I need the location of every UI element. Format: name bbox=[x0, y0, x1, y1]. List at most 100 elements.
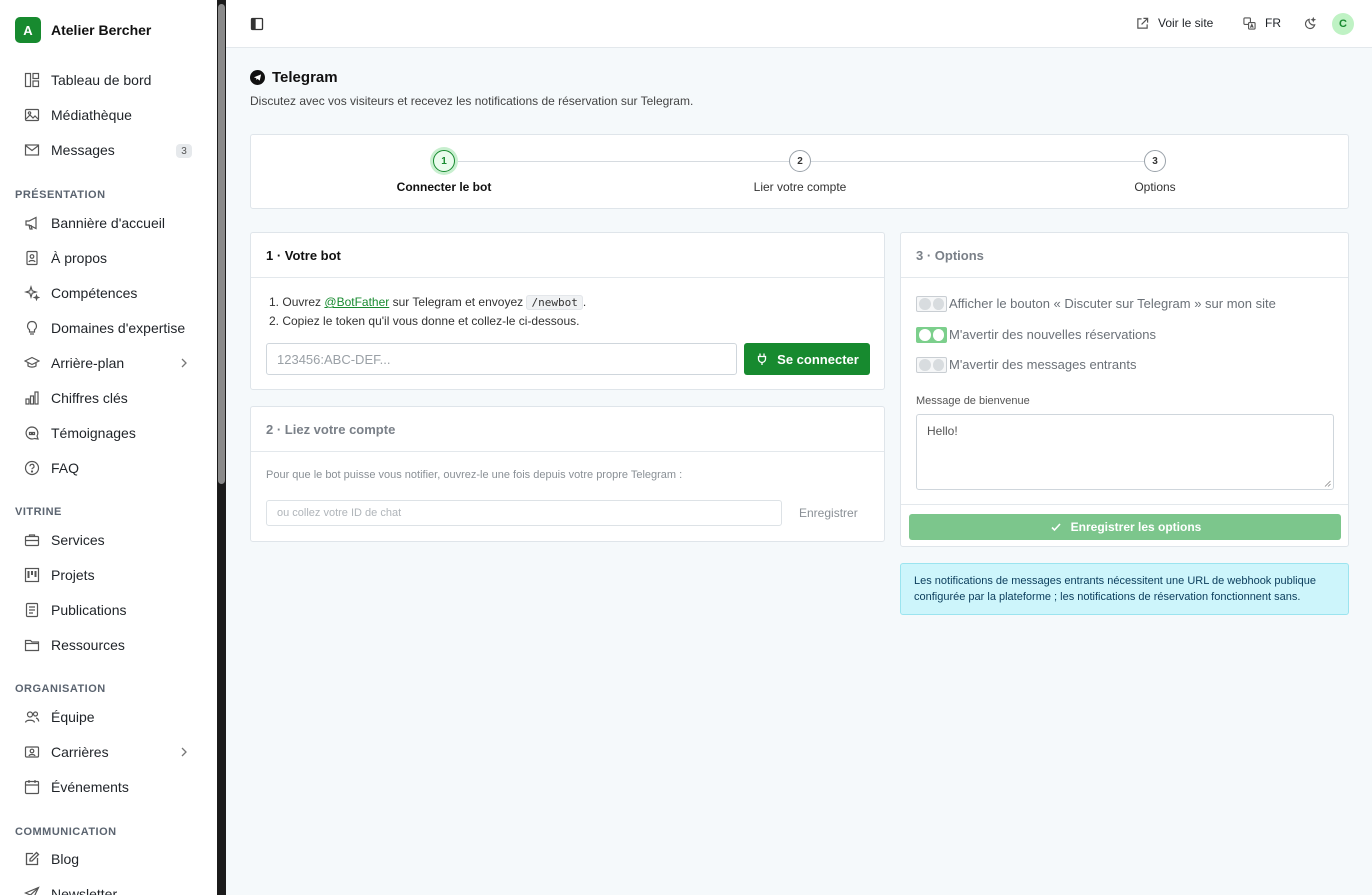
language-label: FR bbox=[1265, 16, 1281, 30]
welcome-message-textarea[interactable]: Hello! bbox=[916, 414, 1334, 490]
botfather-link[interactable]: @BotFather bbox=[324, 295, 389, 309]
toggle-notify-reservations[interactable] bbox=[916, 327, 947, 343]
sidebar-item-label: Équipe bbox=[51, 709, 95, 725]
sidebar-item-media[interactable]: Médiathèque bbox=[24, 101, 194, 129]
moon-icon[interactable] bbox=[1304, 17, 1317, 30]
step-connector bbox=[455, 161, 793, 162]
chevron-right-icon bbox=[181, 747, 187, 757]
sidebar-item-dashboard[interactable]: Tableau de bord bbox=[24, 66, 194, 94]
bot-card-title: 1 · Votre bot bbox=[251, 233, 884, 278]
toggle-notify-messages[interactable] bbox=[916, 357, 947, 373]
folder-icon bbox=[24, 637, 40, 653]
sidebar-item-messages[interactable]: Messages 3 bbox=[24, 136, 194, 164]
section-label-vitrine: VITRINE bbox=[15, 506, 62, 518]
bot-instructions: 1. Ouvrez @BotFather sur Telegram et env… bbox=[269, 293, 586, 330]
sidebar-item-services[interactable]: Services bbox=[24, 526, 194, 554]
section-label-presentation: PRÉSENTATION bbox=[15, 189, 106, 201]
divider bbox=[901, 504, 1348, 505]
sidebar-toggle-icon[interactable] bbox=[250, 17, 264, 31]
user-avatar[interactable]: C bbox=[1332, 13, 1354, 35]
sidebar-item-label: Services bbox=[51, 532, 105, 548]
instruction-line-1: 1. Ouvrez @BotFather sur Telegram et env… bbox=[269, 293, 586, 312]
webhook-info-alert: Les notifications de messages entrants n… bbox=[900, 563, 1349, 615]
sidebar-item-about[interactable]: À propos bbox=[24, 244, 194, 272]
sidebar-item-label: Ressources bbox=[51, 637, 125, 653]
section-label-communication: COMMUNICATION bbox=[15, 826, 117, 838]
save-options-button[interactable]: Enregistrer les options bbox=[909, 514, 1341, 540]
edit-icon bbox=[24, 851, 40, 867]
sparkles-icon bbox=[24, 285, 40, 301]
telegram-icon bbox=[250, 70, 265, 85]
instruction-line-2: 2. Copiez le token qu'il vous donne et c… bbox=[269, 314, 580, 328]
send-icon bbox=[24, 886, 40, 895]
welcome-message-label: Message de bienvenue bbox=[916, 395, 1030, 407]
sidebar-item-label: Carrières bbox=[51, 744, 109, 760]
briefcase-icon bbox=[24, 532, 40, 548]
resize-handle-icon[interactable] bbox=[1324, 480, 1331, 487]
sidebar-item-background[interactable]: Arrière-plan bbox=[24, 349, 194, 377]
sidebar-item-label: Domaines d'expertise bbox=[51, 320, 186, 336]
step-2-label: Lier votre compte bbox=[753, 180, 847, 194]
token-input[interactable]: 123456:ABC-DEF... bbox=[266, 343, 737, 375]
chevron-right-icon bbox=[181, 358, 187, 368]
page-title: Telegram bbox=[250, 69, 338, 86]
brand-logo: A bbox=[15, 17, 41, 43]
sidebar-item-label: Messages bbox=[51, 142, 115, 158]
messages-count-badge: 3 bbox=[176, 144, 192, 158]
sidebar-item-expertise[interactable]: Domaines d'expertise bbox=[24, 314, 194, 342]
sidebar-item-events[interactable]: Événements bbox=[24, 773, 194, 801]
toggle-label: M'avertir des messages entrants bbox=[949, 357, 1137, 372]
connect-button-label: Se connecter bbox=[777, 351, 859, 367]
sidebar-item-projects[interactable]: Projets bbox=[24, 561, 194, 589]
step-1-indicator[interactable]: 1 bbox=[433, 150, 455, 172]
save-chat-id-button[interactable]: Enregistrer bbox=[799, 506, 858, 520]
save-options-label: Enregistrer les options bbox=[1070, 520, 1202, 534]
step-2-indicator[interactable]: 2 bbox=[789, 150, 811, 172]
sidebar-item-label: Arrière-plan bbox=[51, 355, 125, 371]
sidebar-item-careers[interactable]: Carrières bbox=[24, 738, 194, 766]
section-label-organisation: ORGANISATION bbox=[15, 683, 106, 695]
brand[interactable]: A Atelier Bercher bbox=[15, 17, 151, 43]
link-card-title: 2 · Liez votre compte bbox=[251, 407, 884, 452]
language-switcher[interactable]: FR bbox=[1243, 16, 1281, 30]
sidebar-item-label: Chiffres clés bbox=[51, 390, 128, 406]
toggle-show-telegram-button[interactable] bbox=[916, 296, 947, 312]
page-title-text: Telegram bbox=[272, 69, 338, 86]
sidebar-item-banner[interactable]: Bannière d'accueil bbox=[24, 209, 194, 237]
sidebar-item-key-figures[interactable]: Chiffres clés bbox=[24, 384, 194, 412]
sidebar-item-faq[interactable]: FAQ bbox=[24, 454, 194, 482]
bar-chart-icon bbox=[24, 390, 40, 406]
sidebar-item-label: Blog bbox=[51, 851, 80, 867]
plug-icon bbox=[758, 353, 767, 365]
sidebar-item-publications[interactable]: Publications bbox=[24, 596, 194, 624]
sidebar-scrollbar[interactable] bbox=[217, 0, 226, 895]
step-3-indicator[interactable]: 3 bbox=[1144, 150, 1166, 172]
sidebar-item-resources[interactable]: Ressources bbox=[24, 631, 194, 659]
calendar-icon bbox=[24, 779, 40, 795]
sidebar-item-testimonials[interactable]: Témoignages bbox=[24, 419, 194, 447]
sidebar-item-label: Newsletter bbox=[51, 886, 118, 895]
newbot-command: /newbot bbox=[526, 295, 583, 310]
kanban-icon bbox=[24, 567, 40, 583]
sidebar-item-skills[interactable]: Compétences bbox=[24, 279, 194, 307]
view-site-label: Voir le site bbox=[1158, 16, 1214, 30]
instruction-text: . bbox=[582, 295, 587, 309]
translate-icon bbox=[1243, 16, 1256, 30]
external-link-icon bbox=[1137, 17, 1149, 29]
step-1-label: Connecter le bot bbox=[396, 180, 492, 194]
view-site-link[interactable]: Voir le site bbox=[1136, 16, 1213, 30]
connect-button[interactable]: Se connecter bbox=[744, 343, 870, 375]
instruction-text: sur Telegram et envoyez bbox=[392, 295, 524, 309]
sidebar-item-team[interactable]: Équipe bbox=[24, 703, 194, 731]
dashboard-icon bbox=[24, 72, 40, 88]
lightbulb-icon bbox=[24, 320, 40, 336]
chat-id-input[interactable]: ou collez votre ID de chat bbox=[266, 500, 782, 526]
sidebar-item-blog[interactable]: Blog bbox=[24, 845, 194, 873]
scrollbar-thumb[interactable] bbox=[218, 4, 225, 484]
sidebar-item-newsletter[interactable]: Newsletter bbox=[24, 880, 194, 895]
welcome-message-value: Hello! bbox=[927, 424, 958, 438]
sidebar-item-label: Bannière d'accueil bbox=[51, 215, 165, 231]
step-connector bbox=[811, 161, 1145, 162]
sidebar-item-label: Témoignages bbox=[51, 425, 136, 441]
quote-icon bbox=[24, 425, 40, 441]
